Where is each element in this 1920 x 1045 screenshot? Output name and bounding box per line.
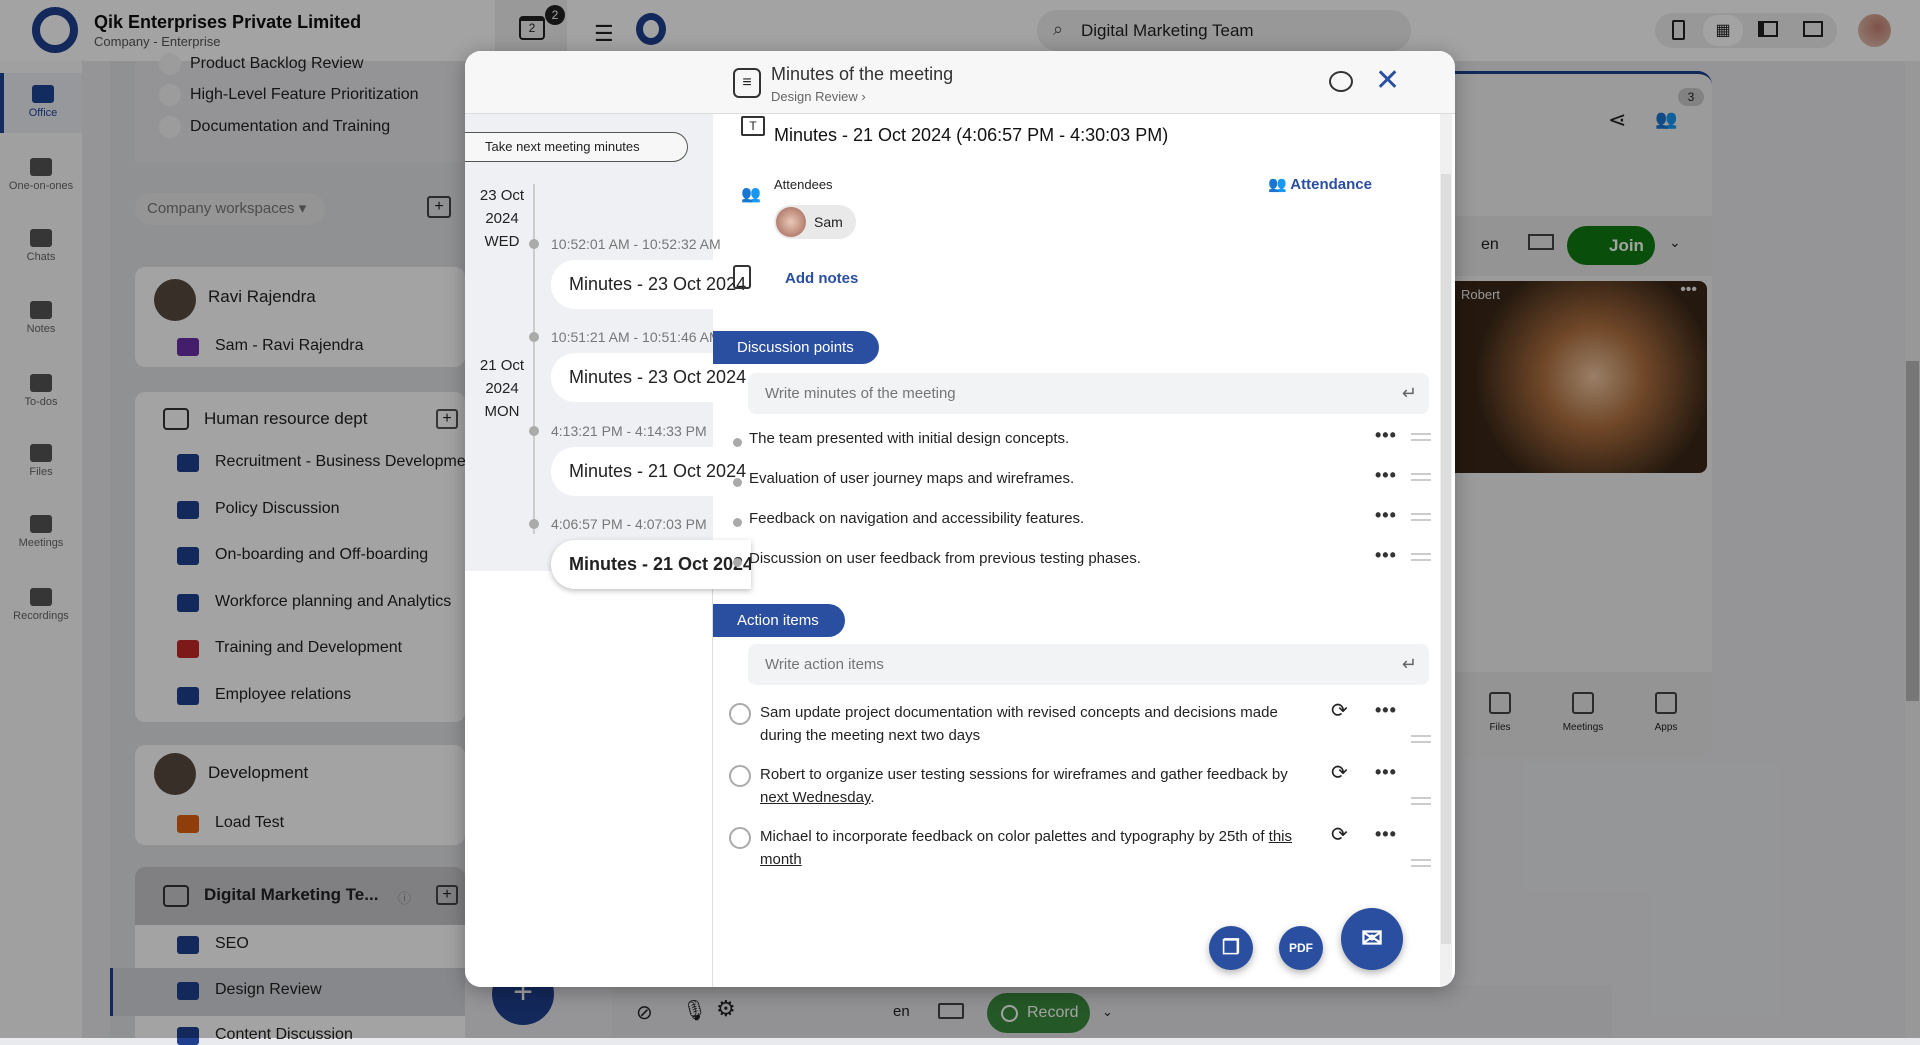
modal-header: ≡ Minutes of the meeting Design Review ›… [713,51,1455,114]
discussion-points-header: Discussion points [713,331,879,364]
add-notes-link[interactable]: Add notes [785,270,858,287]
more-options-icon[interactable]: ••• [1375,761,1397,784]
more-options-icon[interactable]: ••• [1375,823,1397,846]
breadcrumb-label: Design Review [771,89,858,104]
timeline-date: 21 Oct [479,357,525,374]
action-text[interactable]: Michael to incorporate feedback on color… [760,825,1305,871]
list-icon: ≡ [733,68,761,98]
discussion-item[interactable]: The team presented with initial design c… [713,425,1443,459]
email-button[interactable]: ✉ [1341,908,1403,970]
timeline-dot [529,519,539,529]
action-text-main: Robert to organize user testing sessions… [760,766,1288,783]
action-text-end: . [870,789,875,806]
history-list: Take next meeting minutes 23 Oct 2024 WED 1… [465,114,751,589]
drag-handle-icon[interactable] [1411,433,1431,441]
action-text[interactable]: Sam update project documentation with re… [760,701,1305,747]
action-input[interactable] [748,644,1429,685]
minutes-detail: ≡ Minutes of the meeting Design Review ›… [713,51,1455,987]
close-icon[interactable]: ✕ [1375,63,1400,98]
more-options-icon[interactable]: ••• [1375,505,1397,526]
text-icon: T [741,116,765,136]
scrollbar-thumb[interactable] [1441,174,1451,944]
discussion-text[interactable]: Feedback on navigation and accessibility… [749,510,1084,527]
more-options-icon[interactable]: ••• [1375,465,1397,486]
copy-icon: ❐ [1222,937,1240,959]
drag-handle-icon[interactable] [1411,553,1431,561]
history-header [465,51,713,114]
action-checkbox[interactable] [729,703,751,725]
timeline-date: 23 Oct [479,187,525,204]
copy-button[interactable]: ❐ [1209,926,1253,970]
drag-handle-icon[interactable] [1411,513,1431,521]
action-checkbox[interactable] [729,765,751,787]
attendee-name: Sam [814,214,843,230]
attendee-chip[interactable]: Sam [774,205,856,239]
mail-icon: ✉ [1361,923,1383,953]
action-input-wrap: ↵ [748,644,1429,685]
entry-time: 10:51:21 AM - 10:51:46 AM [551,329,721,345]
bullet-icon [733,518,742,527]
action-text[interactable]: Robert to organize user testing sessions… [760,763,1305,809]
pdf-button[interactable]: PDF [1279,926,1323,970]
enter-icon[interactable]: ↵ [1402,654,1417,675]
action-items-header: Action items [713,604,845,637]
attendance-label: Attendance [1290,176,1372,193]
breadcrumb[interactable]: Design Review › [771,89,866,104]
drag-handle-icon[interactable] [1411,797,1431,805]
bullet-icon [733,438,742,447]
more-options-icon[interactable]: ••• [1375,699,1397,722]
minutes-history: Take next meeting minutes 23 Oct 2024 WED 1… [465,51,751,987]
entry-time: 4:13:21 PM - 4:14:33 PM [551,423,707,439]
bullet-icon [733,478,742,487]
timeline-date: 2024 [485,380,519,397]
drag-handle-icon[interactable] [1411,859,1431,867]
action-checkbox[interactable] [729,827,751,849]
timeline-dot [529,426,539,436]
attendees-label: Attendees [774,177,833,192]
entry-time: 4:06:57 PM - 4:07:03 PM [551,516,707,532]
minutes-title[interactable]: Minutes - 21 Oct 2024 (4:06:57 PM - 4:30… [774,125,1168,146]
action-text-main: Michael to incorporate feedback on color… [760,828,1269,845]
discussion-text[interactable]: Evaluation of user journey maps and wire… [749,470,1074,487]
more-options-icon[interactable]: ••• [1375,545,1397,566]
discussion-item[interactable]: Feedback on navigation and accessibility… [713,505,1443,539]
take-next-minutes-button[interactable]: Take next meeting minutes [465,132,688,162]
timeline-date: MON [484,403,520,420]
date-link[interactable]: next Wednesday [760,789,870,806]
discussion-input[interactable] [748,373,1429,414]
enter-icon[interactable]: ↵ [1402,383,1417,404]
timeline-dot [529,332,539,342]
bullet-icon [733,558,742,567]
more-options-icon[interactable]: ••• [1375,425,1397,446]
attendance-link[interactable]: 👥 Attendance [1268,175,1372,193]
sync-check-icon[interactable]: ⟳ [1331,700,1348,723]
action-text-main: Sam update project documentation with re… [760,704,1278,744]
attendees-icon: 👥 [741,186,761,203]
modal-title: Minutes of the meeting [771,64,954,84]
avatar [776,207,806,237]
discussion-item[interactable]: Discussion on user feedback from previou… [713,545,1443,579]
timeline-date: WED [484,233,520,250]
minutes-modal: Take next meeting minutes 23 Oct 2024 WED 1… [465,51,1455,987]
modal-scrollbar[interactable] [1440,114,1452,987]
discussion-text[interactable]: Discussion on user feedback from previou… [749,550,1141,567]
discussion-input-wrap: ↵ [748,373,1429,414]
drag-handle-icon[interactable] [1411,473,1431,481]
comments-icon[interactable] [1329,71,1353,92]
notes-icon [733,265,751,289]
entry-time: 10:52:01 AM - 10:52:32 AM [551,236,721,252]
drag-handle-icon[interactable] [1411,735,1431,743]
timeline-dot [529,239,539,249]
discussion-item[interactable]: Evaluation of user journey maps and wire… [713,465,1443,499]
sync-check-icon[interactable]: ⟳ [1331,762,1348,785]
discussion-text[interactable]: The team presented with initial design c… [749,430,1069,447]
sync-check-icon[interactable]: ⟳ [1331,824,1348,847]
timeline-date: 2024 [485,210,519,227]
